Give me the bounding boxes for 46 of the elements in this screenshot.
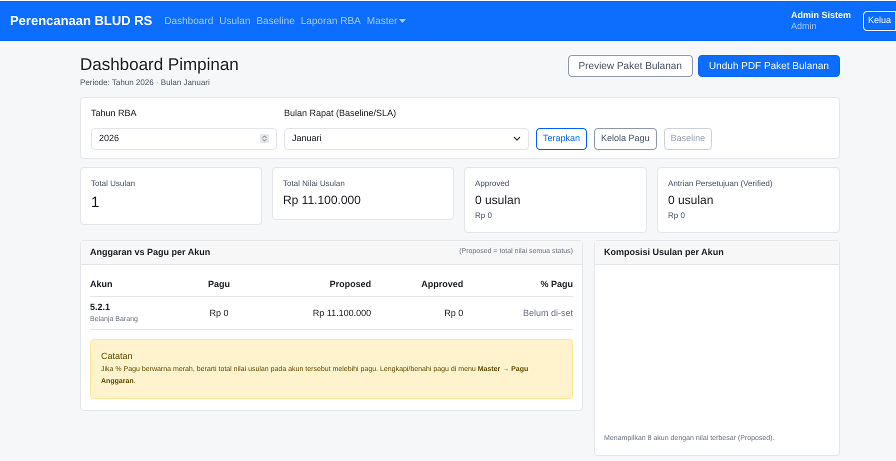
year-input[interactable]: 2026 [91,128,277,150]
stat-label: Total Nilai Usulan [283,178,346,190]
stat-subvalue: Rp 0 [668,210,686,222]
nav-link[interactable]: Usulan [219,14,250,28]
header-button[interactable]: Unduh PDF Paket Bulanan [698,55,840,77]
column-header: Akun [90,272,195,297]
field-label: Tahun RBA [91,107,138,120]
user-name: Admin Sistem [790,10,851,21]
stat-value: 0 usulan [475,192,522,209]
nav-link[interactable]: Laporan RBA [300,14,361,28]
stat-label: Antrian Persetujuan (Verified) [668,178,774,190]
nav-link[interactable]: Dashboard [164,14,214,28]
stat-value: 0 usulan [668,192,714,209]
page-subtitle: Periode: Tahun 2026 · Bulan Januari [80,77,211,90]
month-select[interactable]: Januari [284,128,529,150]
chevron-down-icon [513,136,521,142]
stat-value: Rp 11.100.000 [283,192,362,209]
nav-link[interactable]: Master [366,14,406,28]
card-title: Anggaran vs Pagu per Akun [90,246,210,259]
column-header: Pagu [194,272,244,297]
table-cell: Rp 0 [371,296,464,330]
header-button[interactable]: Preview Paket Bulanan [568,55,693,77]
stat-label: Approved [475,178,510,190]
page-title: Dashboard Pimpinan [80,54,239,76]
field-label: Bulan Rapat (Baseline/SLA) [284,107,398,120]
account-code: 5.2.1 [90,301,112,314]
note-title: Catatan [101,350,134,364]
logout-button[interactable]: Kelua [862,11,896,31]
stat-subvalue: Rp 0 [475,210,493,222]
spinner-icon[interactable] [260,134,269,144]
column-header: Proposed [243,272,372,297]
table-cell: Belum di-set [463,296,573,330]
filter-button[interactable]: Baseline [664,128,712,150]
filter-button[interactable]: Terapkan [536,128,588,150]
table-cell: Rp 0 [194,296,244,330]
table-cell: Rp 11.100.000 [243,296,372,330]
user-role: Admin [790,21,818,32]
column-header: % Pagu [463,272,573,297]
nav-link[interactable]: Baseline [256,14,295,28]
stat-value: 1 [91,192,100,213]
caret-icon [399,18,406,24]
card-title: Komposisi Usulan per Akun [604,246,724,259]
stat-label: Total Usulan [91,178,136,190]
brand-link[interactable]: Perencanaan BLUD RS [10,11,152,31]
column-header: Approved [371,272,464,297]
filter-button[interactable]: Kelola Pagu [594,128,657,150]
